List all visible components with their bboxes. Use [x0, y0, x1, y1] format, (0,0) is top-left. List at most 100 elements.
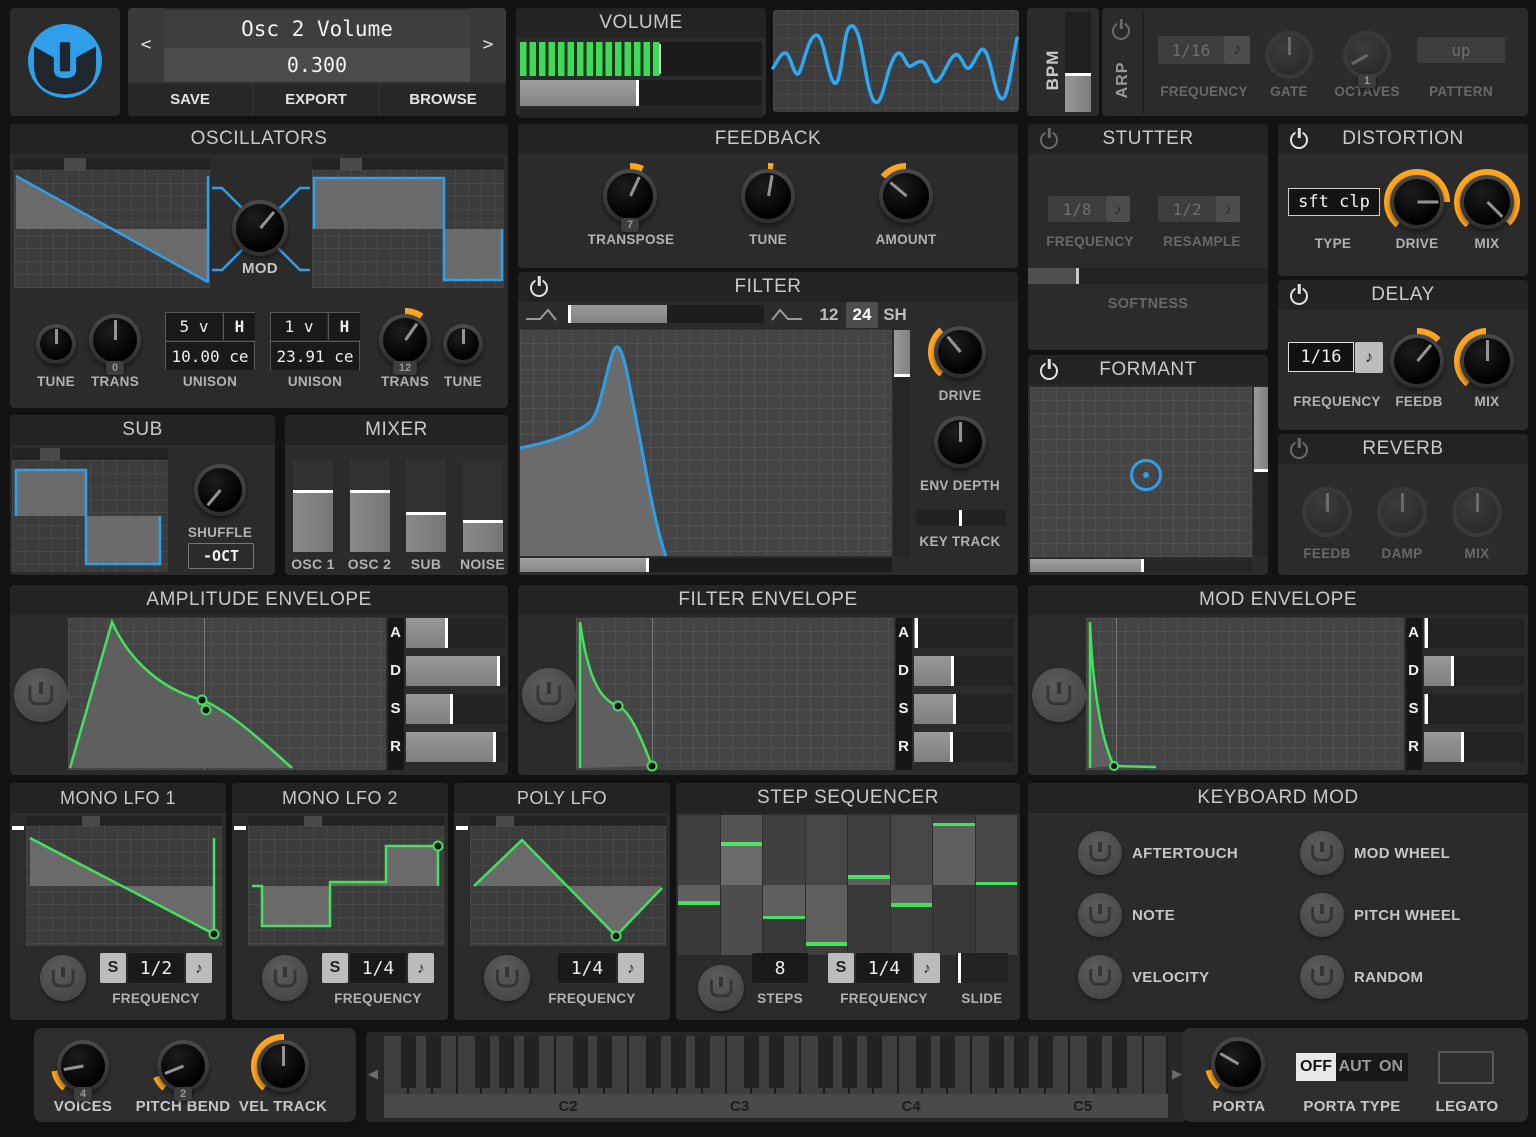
step-seq-note-icon[interactable]: ♪: [914, 953, 940, 983]
mod-env-mod-source-icon[interactable]: [1032, 668, 1086, 722]
reverb-damp-knob[interactable]: [1377, 487, 1427, 537]
step-6[interactable]: [890, 815, 933, 955]
black-key[interactable]: [1111, 1036, 1127, 1088]
osc1-phase-strip[interactable]: [14, 158, 210, 170]
distortion-type-value[interactable]: sft clp: [1288, 188, 1380, 216]
keyboard-scroll-left-icon[interactable]: ◀: [368, 1066, 378, 1082]
mod-env-display[interactable]: [1086, 618, 1404, 771]
formant-power-icon[interactable]: [1040, 362, 1058, 380]
note-mod-source-icon[interactable]: [1078, 893, 1122, 937]
step-3[interactable]: [763, 815, 806, 955]
step-seq-mod-source-icon[interactable]: [698, 965, 744, 1011]
pitch-bend-knob[interactable]: 2: [151, 1034, 215, 1101]
keyboard-bottom-band[interactable]: [384, 1094, 1168, 1118]
step-seq-slide-slider[interactable]: [956, 953, 1008, 983]
arp-octaves-knob[interactable]: 1: [1343, 31, 1391, 88]
adsr-slider[interactable]: [1424, 618, 1524, 648]
lfo1-sync-button[interactable]: S: [100, 953, 126, 983]
filter-cutoff-slider[interactable]: [520, 558, 892, 572]
arp-pattern-value[interactable]: up: [1417, 37, 1505, 63]
step-seq-sync-button[interactable]: S: [828, 953, 854, 983]
lfo2-amp-slider[interactable]: [234, 826, 246, 946]
sub-octave-button[interactable]: -OCT: [188, 543, 254, 569]
poly-lfo-mod-source-icon[interactable]: [484, 955, 530, 1001]
filter-resonance-slider[interactable]: [894, 330, 910, 556]
adsr-slider[interactable]: [914, 694, 1014, 724]
lfo1-note-icon[interactable]: ♪: [186, 953, 212, 983]
filter-drive-knob[interactable]: [928, 320, 992, 384]
lfo2-sync-button[interactable]: S: [322, 953, 348, 983]
osc1-transpose-knob[interactable]: 0: [89, 314, 141, 375]
patch-next-button[interactable]: >: [470, 8, 506, 82]
black-key[interactable]: [572, 1036, 588, 1088]
black-key[interactable]: [866, 1036, 882, 1088]
reverb-power-icon[interactable]: [1290, 441, 1308, 459]
sub-phase-strip[interactable]: [12, 448, 168, 460]
filter-response-display[interactable]: [519, 330, 892, 557]
osc1-tune-knob[interactable]: [36, 324, 76, 364]
step-7[interactable]: [933, 815, 976, 955]
step-5[interactable]: [848, 815, 891, 955]
formant-xy-handle[interactable]: [1130, 459, 1162, 491]
stutter-resample-note-icon[interactable]: ♪: [1216, 196, 1240, 222]
delay-frequency-note-icon[interactable]: ♪: [1355, 342, 1383, 373]
feedback-amount-knob[interactable]: [873, 163, 939, 229]
poly-lfo-frequency-value[interactable]: 1/4: [558, 953, 616, 983]
mixer-slider-osc2[interactable]: [349, 460, 390, 552]
lfo2-note-icon[interactable]: ♪: [408, 953, 434, 983]
adsr-slider[interactable]: [914, 732, 1014, 762]
osc2-wave-display[interactable]: [312, 170, 504, 288]
black-key[interactable]: [1038, 1036, 1053, 1088]
keyboard-keys[interactable]: C2 C3 C4 C5: [384, 1036, 1168, 1118]
step-1[interactable]: [678, 815, 721, 955]
delay-feedback-knob[interactable]: [1384, 328, 1450, 394]
stutter-frequency-value[interactable]: 1/8: [1048, 196, 1106, 222]
black-key[interactable]: [768, 1036, 784, 1088]
black-key[interactable]: [670, 1036, 686, 1088]
delay-mix-knob[interactable]: [1454, 328, 1520, 394]
osc1-harmonize-button[interactable]: H: [223, 313, 255, 340]
poly-lfo-wave-display[interactable]: [470, 826, 666, 946]
black-key[interactable]: [695, 1036, 710, 1088]
formant-y-slider[interactable]: [1254, 387, 1268, 557]
step-seq-steps-value[interactable]: 8: [752, 953, 808, 983]
adsr-slider[interactable]: [914, 618, 1014, 648]
black-key[interactable]: [1013, 1036, 1029, 1088]
distortion-drive-knob[interactable]: [1384, 169, 1450, 235]
adsr-slider[interactable]: [1424, 656, 1524, 686]
step-4[interactable]: [805, 815, 848, 955]
osc1-unison-voices[interactable]: 5 v: [166, 313, 222, 340]
adsr-slider[interactable]: [914, 656, 1014, 686]
osc2-harmonize-button[interactable]: H: [328, 313, 360, 340]
stutter-frequency-note-icon[interactable]: ♪: [1106, 196, 1130, 222]
voices-knob[interactable]: 4: [51, 1034, 115, 1101]
filter-env-mod-source-icon[interactable]: [522, 668, 576, 722]
reverb-mix-knob[interactable]: [1452, 487, 1502, 537]
osc2-transpose-knob[interactable]: 12: [373, 308, 437, 375]
osc1-unison-cents[interactable]: 10.00 ce: [166, 341, 254, 370]
black-key[interactable]: [842, 1036, 857, 1088]
vel-track-knob[interactable]: [251, 1034, 315, 1098]
save-button[interactable]: SAVE: [128, 84, 252, 116]
adsr-slider[interactable]: [406, 656, 506, 686]
step-seq-frequency-value[interactable]: 1/4: [856, 953, 912, 983]
arp-power-icon[interactable]: [1112, 22, 1130, 40]
black-key[interactable]: [401, 1036, 416, 1088]
reverb-feedback-knob[interactable]: [1302, 487, 1352, 537]
amp-env-display[interactable]: [68, 618, 386, 770]
filter-key-track-slider[interactable]: [916, 510, 1006, 526]
black-key[interactable]: [425, 1036, 441, 1088]
filter-env-depth-knob[interactable]: [934, 416, 986, 468]
lfo2-frequency-value[interactable]: 1/4: [350, 953, 406, 983]
black-key[interactable]: [989, 1036, 1004, 1088]
osc2-unison-cents[interactable]: 23.91 ce: [271, 341, 359, 370]
poly-lfo-note-icon[interactable]: ♪: [618, 953, 644, 983]
helm-logo[interactable]: [22, 18, 108, 104]
lfo1-frequency-value[interactable]: 1/2: [128, 953, 184, 983]
filter-env-display[interactable]: [576, 618, 894, 772]
mixer-slider-sub[interactable]: [406, 460, 446, 552]
distortion-power-icon[interactable]: [1290, 131, 1308, 149]
amp-env-mod-source-icon[interactable]: [14, 668, 68, 722]
filter-mode-shelf-button[interactable]: SH: [880, 302, 910, 328]
arp-gate-knob[interactable]: [1265, 31, 1313, 79]
